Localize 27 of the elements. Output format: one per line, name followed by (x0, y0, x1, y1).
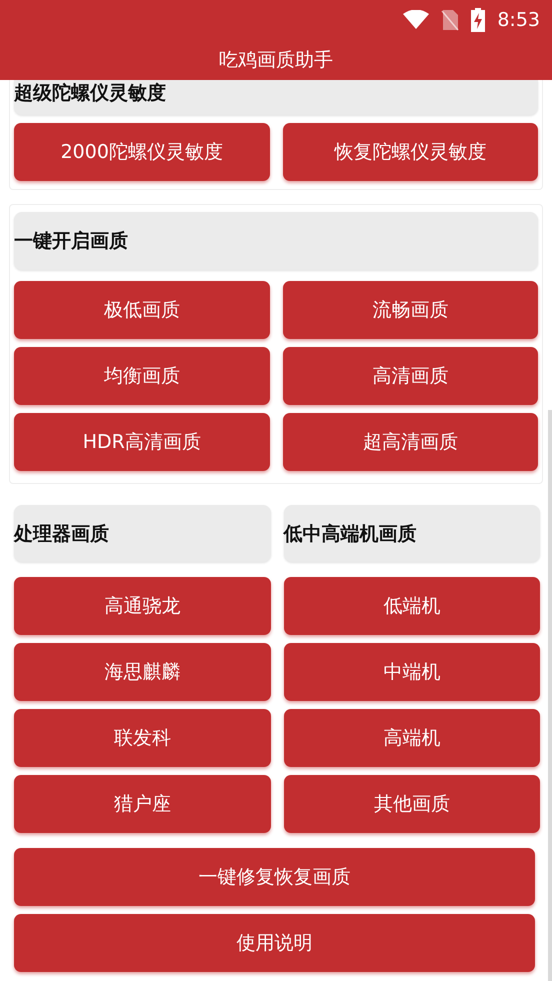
section-header: 超级陀螺仪灵敏度 (14, 80, 538, 115)
action-button[interactable]: HDR高清画质 (14, 413, 270, 471)
action-button[interactable]: 联发科 (14, 709, 270, 767)
action-button[interactable]: 高端机 (284, 709, 540, 767)
app-title: 吃鸡画质助手 (219, 48, 333, 73)
status-time: 8:53 (497, 9, 540, 31)
action-button[interactable]: 海思麒麟 (14, 643, 270, 701)
action-button[interactable]: 一键修复恢复画质 (14, 848, 535, 906)
action-button[interactable]: 低端机 (284, 577, 540, 635)
no-sim-icon (441, 9, 460, 31)
action-button[interactable]: 恢复陀螺仪灵敏度 (282, 123, 538, 181)
section-header: 低中高端机画质 (284, 505, 540, 562)
battery-charging-icon (471, 8, 486, 32)
wifi-icon (403, 10, 430, 30)
action-button[interactable]: 均衡画质 (14, 347, 270, 405)
section-header: 处理器画质 (14, 505, 270, 562)
action-button[interactable]: 超高清画质 (282, 413, 538, 471)
action-button[interactable]: 2000陀螺仪灵敏度 (14, 123, 270, 181)
action-button[interactable]: 中端机 (284, 643, 540, 701)
action-button[interactable]: 使用说明 (14, 914, 535, 972)
action-button[interactable]: 极低画质 (14, 281, 270, 339)
section-header: 一键开启画质 (14, 212, 538, 270)
action-button[interactable]: 猎户座 (14, 775, 270, 833)
action-button[interactable]: 高通骁龙 (14, 577, 270, 635)
action-button[interactable]: 其他画质 (284, 775, 540, 833)
action-button[interactable]: 流畅画质 (282, 281, 538, 339)
action-button[interactable]: 高清画质 (282, 347, 538, 405)
